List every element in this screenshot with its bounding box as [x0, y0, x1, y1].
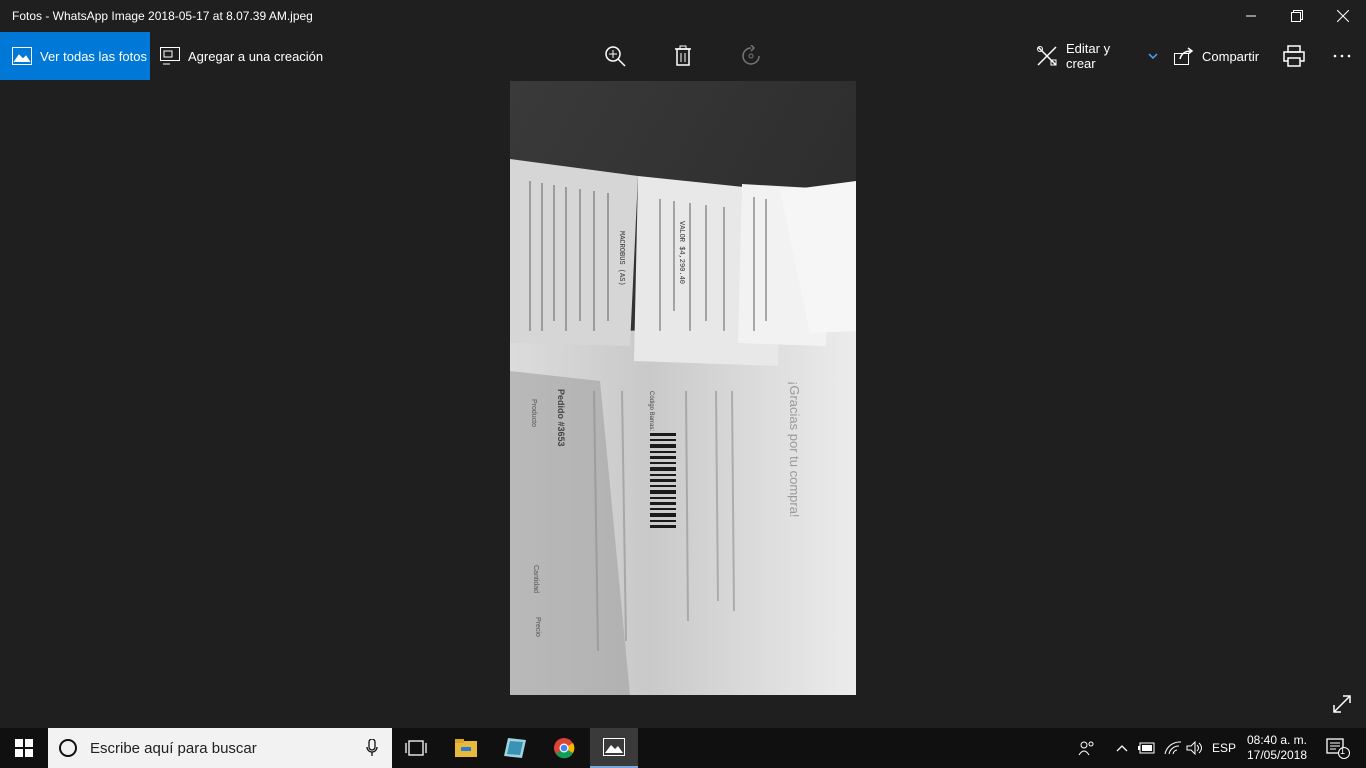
taskbar-search-box[interactable]: Escribe aquí para buscar — [48, 728, 392, 768]
people-icon — [1078, 741, 1094, 756]
taskbar-chrome[interactable] — [540, 728, 588, 768]
battery-button[interactable] — [1136, 728, 1158, 768]
trash-icon — [675, 45, 691, 66]
wifi-icon — [1164, 741, 1182, 755]
photos-app-icon — [603, 738, 625, 756]
cortana-icon — [58, 738, 78, 758]
speaker-icon — [1186, 741, 1202, 755]
language-indicator[interactable]: ESP — [1208, 728, 1240, 768]
photo-image: ¡Gracias por tu compra! Código Barras: P… — [510, 81, 856, 695]
toolbar: Ver todas las fotos Agregar a una creaci… — [0, 32, 1366, 80]
restore-button[interactable] — [1274, 0, 1320, 32]
app-icon — [504, 738, 526, 758]
zoom-in-icon — [605, 46, 626, 67]
battery-icon — [1138, 742, 1155, 754]
notification-count: 1 — [1340, 746, 1346, 756]
printer-icon — [1283, 45, 1305, 67]
taskbar: Escribe aquí para buscar ESP 08:40 a. m.… — [0, 728, 1366, 768]
start-button[interactable] — [0, 728, 48, 768]
share-icon — [1174, 47, 1194, 65]
fullscreen-button[interactable] — [1330, 692, 1354, 716]
receipt-line-1: MACROBUS (AS) — [617, 231, 625, 286]
chevron-up-icon — [1116, 745, 1128, 752]
show-hidden-icons-button[interactable] — [1112, 728, 1132, 768]
restore-icon — [1291, 10, 1303, 22]
add-to-creation-button[interactable]: Agregar a una creación — [160, 32, 330, 80]
taskbar-app-notes[interactable] — [491, 728, 539, 768]
minimize-button[interactable] — [1228, 0, 1274, 32]
close-icon — [1337, 10, 1349, 22]
more-icon — [1333, 54, 1351, 58]
rotate-icon — [742, 45, 760, 65]
print-button[interactable] — [1282, 32, 1306, 80]
task-view-button[interactable] — [392, 728, 440, 768]
receipt-heading: ¡Gracias por tu compra! — [787, 381, 802, 518]
add-to-creation-label: Agregar a una creación — [188, 48, 324, 64]
edit-icon — [1036, 45, 1058, 67]
expand-icon — [1333, 695, 1351, 713]
clock[interactable]: 08:40 a. m. 17/05/2018 — [1242, 728, 1312, 768]
view-all-photos-button[interactable]: Ver todas las fotos — [0, 32, 150, 80]
photos-icon — [12, 47, 32, 65]
microphone-icon[interactable] — [366, 738, 378, 762]
share-button[interactable]: Compartir — [1174, 32, 1266, 80]
chrome-icon — [554, 738, 575, 759]
add-creation-icon — [160, 47, 180, 65]
taskbar-photos[interactable] — [590, 728, 638, 768]
product-header: Producto — [530, 399, 537, 427]
zoom-button[interactable] — [598, 32, 632, 80]
quantity-header: Cantidad — [532, 565, 539, 593]
volume-button[interactable] — [1184, 728, 1206, 768]
chevron-down-icon — [1148, 53, 1158, 59]
delete-button[interactable] — [666, 32, 700, 80]
action-center-button[interactable]: 1 — [1318, 728, 1358, 768]
more-options-button[interactable] — [1330, 32, 1354, 80]
window-title: Fotos - WhatsApp Image 2018-05-17 at 8.0… — [12, 9, 313, 23]
people-button[interactable] — [1074, 728, 1100, 768]
barcode-label: Código Barras: — [648, 391, 654, 431]
price-header: Precio — [534, 617, 541, 637]
close-button[interactable] — [1320, 0, 1366, 32]
edit-create-button[interactable]: Editar y crear — [1036, 32, 1158, 80]
order-number: Pedido #3653 — [556, 389, 566, 447]
edit-create-label: Editar y crear — [1066, 41, 1111, 71]
clock-time: 08:40 a. m. — [1246, 733, 1308, 747]
taskbar-file-explorer[interactable] — [442, 728, 490, 768]
minimize-icon — [1246, 15, 1256, 17]
notification-icon — [1326, 738, 1350, 759]
title-bar: Fotos - WhatsApp Image 2018-05-17 at 8.0… — [0, 0, 1366, 32]
task-view-icon — [405, 740, 427, 756]
search-placeholder: Escribe aquí para buscar — [90, 739, 257, 757]
receipt-line-2: VALOR $4,290.40 — [677, 221, 685, 284]
windows-icon — [15, 739, 33, 757]
view-all-photos-label: Ver todas las fotos — [40, 48, 147, 64]
network-button[interactable] — [1162, 728, 1184, 768]
clock-date: 17/05/2018 — [1246, 748, 1308, 762]
share-label: Compartir — [1202, 48, 1260, 64]
rotate-button[interactable] — [734, 32, 768, 80]
folder-icon — [455, 739, 477, 757]
